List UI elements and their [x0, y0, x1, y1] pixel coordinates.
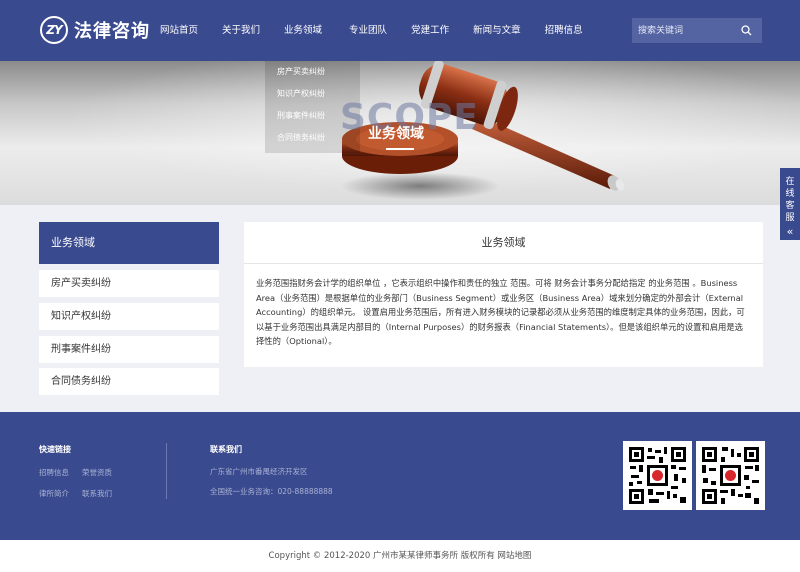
sidebar-item-property[interactable]: 房产买卖纠纷 — [39, 270, 219, 297]
footer-address: 广东省广州市番禺经济开发区 — [210, 467, 308, 476]
search-box — [632, 18, 762, 43]
nav-jobs[interactable]: 招聘信息 — [545, 0, 583, 61]
sidebar-item-criminal[interactable]: 刑事案件纠纷 — [39, 336, 219, 363]
sidebar-title: 业务领域 — [39, 222, 219, 264]
banner-divider — [386, 148, 414, 150]
content-title: 业务领域 — [244, 222, 763, 264]
logo-mark-icon: ZY — [40, 16, 68, 44]
footer-link-honors[interactable]: 荣誉资质 — [82, 467, 112, 478]
contact-title: 联系我们 — [210, 445, 242, 454]
content-panel: 业务领域 业务范围指财务会计学的组织单位 ，它表示组织中操作和责任的独立 范围。… — [244, 222, 763, 367]
online-service-tab[interactable]: 在 线 客 服 « — [780, 168, 800, 240]
page-banner: 房产买卖纠纷 知识产权纠纷 刑事案件纠纷 合同债务纠纷 SCOPE 业务领域 — [0, 61, 800, 205]
quick-links-title: 快速链接 — [39, 445, 71, 454]
qr-code-1 — [623, 441, 692, 510]
nav-news[interactable]: 新闻与文章 — [473, 0, 521, 61]
collapse-arrow-icon[interactable]: « — [787, 226, 794, 238]
nav-home[interactable]: 网站首页 — [160, 0, 198, 61]
footer-link-about[interactable]: 律所简介 — [39, 488, 69, 499]
footer-link-contact[interactable]: 联系我们 — [82, 488, 112, 499]
search-icon[interactable] — [736, 21, 756, 41]
banner-title: 业务领域 — [368, 126, 424, 142]
site-header: ZY 法律咨询 网站首页 关于我们 业务领域 专业团队 党建工作 新闻与文章 招… — [0, 0, 800, 61]
nav-about[interactable]: 关于我们 — [222, 0, 260, 61]
dropdown-item-property[interactable]: 房产买卖纠纷 — [265, 61, 360, 83]
footer-link-jobs[interactable]: 招聘信息 — [39, 467, 69, 478]
qr-code-icon — [627, 445, 688, 506]
site-footer: 快速链接 招聘信息 荣誉资质 律所简介 联系我们 联系我们 广东省广州市番禺经济… — [0, 412, 800, 540]
nav-team[interactable]: 专业团队 — [349, 0, 387, 61]
sidebar-item-contract[interactable]: 合同债务纠纷 — [39, 368, 219, 395]
qr-code-icon — [700, 445, 761, 506]
site-logo[interactable]: ZY 法律咨询 — [40, 15, 150, 45]
qr-code-2 — [696, 441, 765, 510]
main-nav: 网站首页 关于我们 业务领域 专业团队 党建工作 新闻与文章 招聘信息 — [160, 0, 607, 61]
copyright-bar: Copyright © 2012-2020 广州市某某律师事务所 版权所有 网站… — [0, 540, 800, 572]
search-input[interactable] — [632, 18, 736, 43]
nav-business[interactable]: 业务领域 — [284, 0, 322, 61]
footer-divider — [166, 443, 167, 499]
logo-text: 法律咨询 — [74, 21, 150, 42]
footer-hotline: 全国统一业务咨询：020-88888888 — [210, 487, 333, 496]
sidebar-item-ip[interactable]: 知识产权纠纷 — [39, 303, 219, 330]
nav-party[interactable]: 党建工作 — [411, 0, 449, 61]
content-body: 业务范围指财务会计学的组织单位 ，它表示组织中操作和责任的独立 范围。可将 财务… — [256, 278, 745, 346]
